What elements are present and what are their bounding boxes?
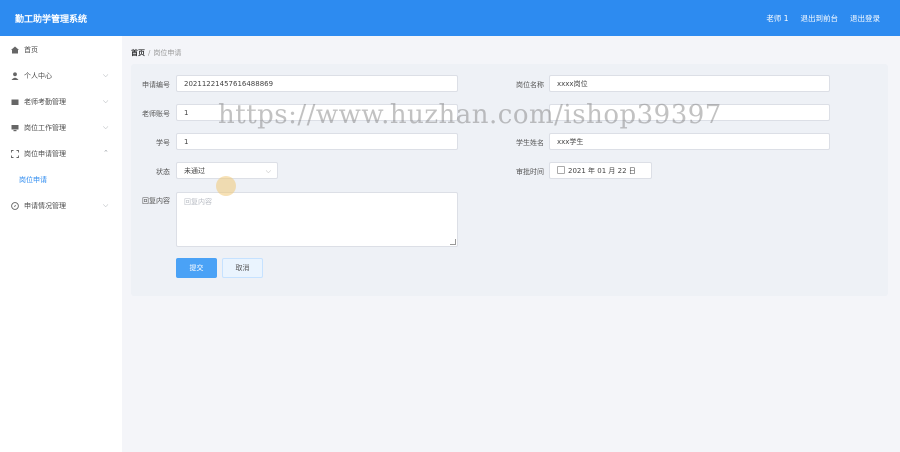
reply-textarea[interactable]: 回复内容: [176, 192, 458, 247]
apply-no-label: 申请编号: [142, 81, 170, 89]
resize-handle[interactable]: [450, 239, 456, 245]
status-label: 状态: [156, 168, 170, 176]
breadcrumb: 首页 / 岗位申请: [131, 48, 181, 58]
app-title: 勤工助学管理系统: [15, 15, 88, 25]
status-select-value: 未通过: [184, 167, 205, 175]
sidebar-subitem-post-apply[interactable]: 岗位申请: [0, 168, 122, 192]
chevron-up-icon: ⌃: [103, 149, 109, 157]
reply-label: 回复内容: [142, 197, 170, 205]
home-icon: [10, 46, 19, 55]
chevron-down-icon: ⌵: [103, 123, 109, 131]
audit-time-label: 审批时间: [516, 168, 544, 176]
chevron-down-icon: ⌵: [265, 167, 271, 175]
sidebar-item-post-work[interactable]: 岗位工作管理 ⌵: [0, 115, 122, 141]
sidebar-item-label: 个人中心: [24, 72, 52, 80]
sidebar-item-post-application[interactable]: 岗位申请管理 ⌃: [0, 141, 122, 167]
reply-placeholder: 回复内容: [184, 198, 212, 206]
sidebar-item-label: 岗位工作管理: [24, 124, 66, 132]
breadcrumb-separator: /: [148, 49, 151, 57]
submit-button[interactable]: 提交: [176, 258, 217, 278]
student-no-label: 学号: [156, 139, 170, 147]
student-name-field[interactable]: xxx学生: [549, 133, 830, 150]
sidebar-item-personal-center[interactable]: 个人中心 ⌵: [0, 63, 122, 89]
audit-time-datepicker[interactable]: 2021 年 01 月 22 日: [549, 162, 652, 179]
sidebar-item-home[interactable]: 首页: [0, 37, 122, 63]
monitor-icon: [10, 124, 19, 133]
sidebar-item-label: 首页: [24, 46, 38, 54]
sidebar-item-label: 老师考勤管理: [24, 98, 66, 106]
watermark-text: https://www.huzhan.com/ishop39397: [218, 100, 722, 130]
chevron-down-icon: ⌵: [103, 97, 109, 105]
student-name-label: 学生姓名: [516, 139, 544, 147]
chevron-down-icon: ⌵: [103, 71, 109, 79]
current-user-label: 老师 1: [766, 14, 789, 23]
apply-no-field[interactable]: 20211221457616488869: [176, 75, 458, 92]
user-icon: [10, 72, 19, 81]
sidebar-item-label: 申请情况管理: [24, 202, 66, 210]
sidebar: 首页 个人中心 ⌵ 老师考勤管理 ⌵ 岗位工作管理 ⌵ 岗位申请管理 ⌃ 岗位申…: [0, 36, 122, 452]
sidebar-item-application-status[interactable]: 申请情况管理 ⌵: [0, 193, 122, 219]
top-header: 勤工助学管理系统 老师 1 退出到前台 退出登录: [0, 0, 900, 36]
exit-to-frontend-link[interactable]: 退出到前台: [801, 13, 839, 24]
sidebar-subitem-label: 岗位申请: [19, 176, 47, 184]
post-name-label: 岗位名称: [516, 81, 544, 89]
audit-time-value: 2021 年 01 月 22 日: [568, 167, 636, 175]
header-actions: 老师 1 退出到前台 退出登录: [766, 13, 880, 24]
cancel-button[interactable]: 取消: [222, 258, 263, 278]
breadcrumb-current: 岗位申请: [153, 49, 182, 57]
sidebar-item-label: 岗位申请管理: [24, 150, 66, 158]
teacher-account-label: 老师账号: [142, 110, 170, 118]
compass-icon: [10, 202, 19, 211]
post-name-field[interactable]: xxxx岗位: [549, 75, 830, 92]
folder-icon: [10, 98, 19, 107]
cursor-highlight: [216, 176, 236, 196]
breadcrumb-home[interactable]: 首页: [131, 49, 145, 57]
scan-icon: [10, 150, 19, 159]
logout-link[interactable]: 退出登录: [850, 13, 880, 24]
student-no-field[interactable]: 1: [176, 133, 458, 150]
calendar-icon: [557, 166, 565, 174]
sidebar-item-teacher-attendance[interactable]: 老师考勤管理 ⌵: [0, 89, 122, 115]
